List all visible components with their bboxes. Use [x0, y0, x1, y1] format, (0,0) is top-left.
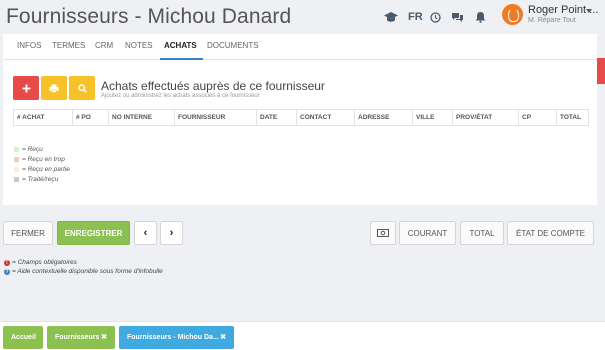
tab-infos[interactable]: INFOS: [17, 41, 41, 50]
legend-item: = Reçu en trop: [14, 156, 65, 163]
language-selector[interactable]: FR: [408, 11, 423, 23]
avatar[interactable]: [502, 4, 523, 25]
legend-label: = Reçu en partie: [22, 166, 70, 173]
col-header[interactable]: PROV/ÉTAT: [452, 110, 518, 125]
user-role: M. Répare Tout: [528, 17, 576, 24]
tab-notes[interactable]: NOTES: [125, 41, 153, 50]
close-button[interactable]: FERMER: [3, 221, 53, 245]
tab-documents[interactable]: DOCUMENTS: [207, 41, 259, 50]
legend-label: = Reçu en trop: [22, 156, 65, 163]
col-header[interactable]: ADRESSE: [354, 110, 412, 125]
help-note: ? = Aide contextuelle disponible sous fo…: [4, 268, 163, 275]
tab-achats[interactable]: ACHATS: [164, 41, 197, 50]
money-icon: [377, 229, 389, 237]
plus-icon: [22, 84, 30, 92]
col-header[interactable]: DATE: [256, 110, 296, 125]
col-header[interactable]: TOTAL: [556, 110, 590, 125]
account-statement-button[interactable]: ÉTAT DE COMPTE: [507, 221, 594, 245]
bottom-tab-accueil[interactable]: Accueil: [3, 326, 43, 349]
help-note-text: = Aide contextuelle disponible sous form…: [12, 268, 163, 275]
legend-swatch: [14, 147, 19, 152]
legend-swatch: [14, 167, 19, 172]
chevron-down-icon[interactable]: [586, 9, 592, 13]
current-button[interactable]: COURANT: [399, 221, 456, 245]
col-header[interactable]: # ACHAT: [14, 110, 72, 125]
col-header[interactable]: CONTACT: [296, 110, 354, 125]
previous-button[interactable]: ‹: [134, 221, 157, 245]
bottom-tab-current-supplier[interactable]: Fournisseurs - Michou Da... ✖: [119, 326, 234, 349]
page-title: Fournisseurs - Michou Danard: [6, 5, 292, 28]
bell-icon[interactable]: [475, 10, 486, 24]
section-subtitle: Ajoutez ou administrez les achats associ…: [101, 93, 260, 99]
total-button[interactable]: TOTAL: [460, 221, 504, 245]
close-icon[interactable]: ✖: [101, 333, 107, 341]
clock-icon[interactable]: [430, 10, 441, 24]
tab-bar: INFOS TERMES CRM NOTES ACHATS DOCUMENTS: [3, 34, 597, 60]
tab-termes[interactable]: TERMES: [52, 41, 85, 50]
section-title: Achats effectués auprès de ce fournisseu…: [101, 79, 325, 93]
bottom-tab-fournisseurs[interactable]: Fournisseurs ✖: [47, 326, 115, 349]
bottom-tab-label: Fournisseurs: [55, 334, 100, 341]
question-icon: ?: [4, 268, 10, 275]
search-icon: [77, 83, 87, 93]
next-button[interactable]: ›: [160, 221, 183, 245]
tab-crm[interactable]: CRM: [95, 41, 113, 50]
legend-item: = Reçu en partie: [14, 166, 70, 173]
legend-swatch: [14, 157, 19, 162]
col-header[interactable]: NO INTERNE: [108, 110, 174, 125]
add-button[interactable]: [13, 76, 39, 100]
active-tab-indicator: [160, 58, 203, 60]
save-button[interactable]: ENREGISTRER: [57, 221, 130, 245]
col-header[interactable]: VILLE: [412, 110, 452, 125]
bottom-tab-label: Fournisseurs - Michou Da...: [127, 334, 219, 341]
purchases-table-header: # ACHAT # PO NO INTERNE FOURNISSEUR DATE…: [13, 109, 589, 126]
top-header: Fournisseurs - Michou Danard FR Roger Po…: [0, 0, 605, 34]
col-header[interactable]: FOURNISSEUR: [174, 110, 256, 125]
chat-icon[interactable]: [451, 10, 464, 24]
legend-item: = Reçu: [14, 146, 43, 153]
payment-button[interactable]: [370, 221, 396, 245]
legend-label: = Traité/reçu: [22, 176, 59, 183]
print-icon: [49, 84, 59, 93]
graduation-cap-icon[interactable]: [384, 10, 398, 24]
close-icon[interactable]: ✖: [220, 333, 226, 341]
exclamation-icon: !: [4, 259, 10, 266]
required-note: ! = Champs obligatoires: [4, 259, 77, 266]
main-card: INFOS TERMES CRM NOTES ACHATS DOCUMENTS …: [3, 34, 597, 205]
search-button[interactable]: [69, 76, 95, 100]
legend-swatch: [14, 177, 19, 182]
col-header[interactable]: CP: [518, 110, 556, 125]
col-header[interactable]: # PO: [72, 110, 108, 125]
required-note-text: = Champs obligatoires: [12, 259, 77, 266]
legend-item: = Traité/reçu: [14, 176, 58, 183]
bottom-tab-label: Accueil: [11, 334, 36, 341]
print-button[interactable]: [41, 76, 67, 100]
legend-label: = Reçu: [22, 146, 43, 153]
